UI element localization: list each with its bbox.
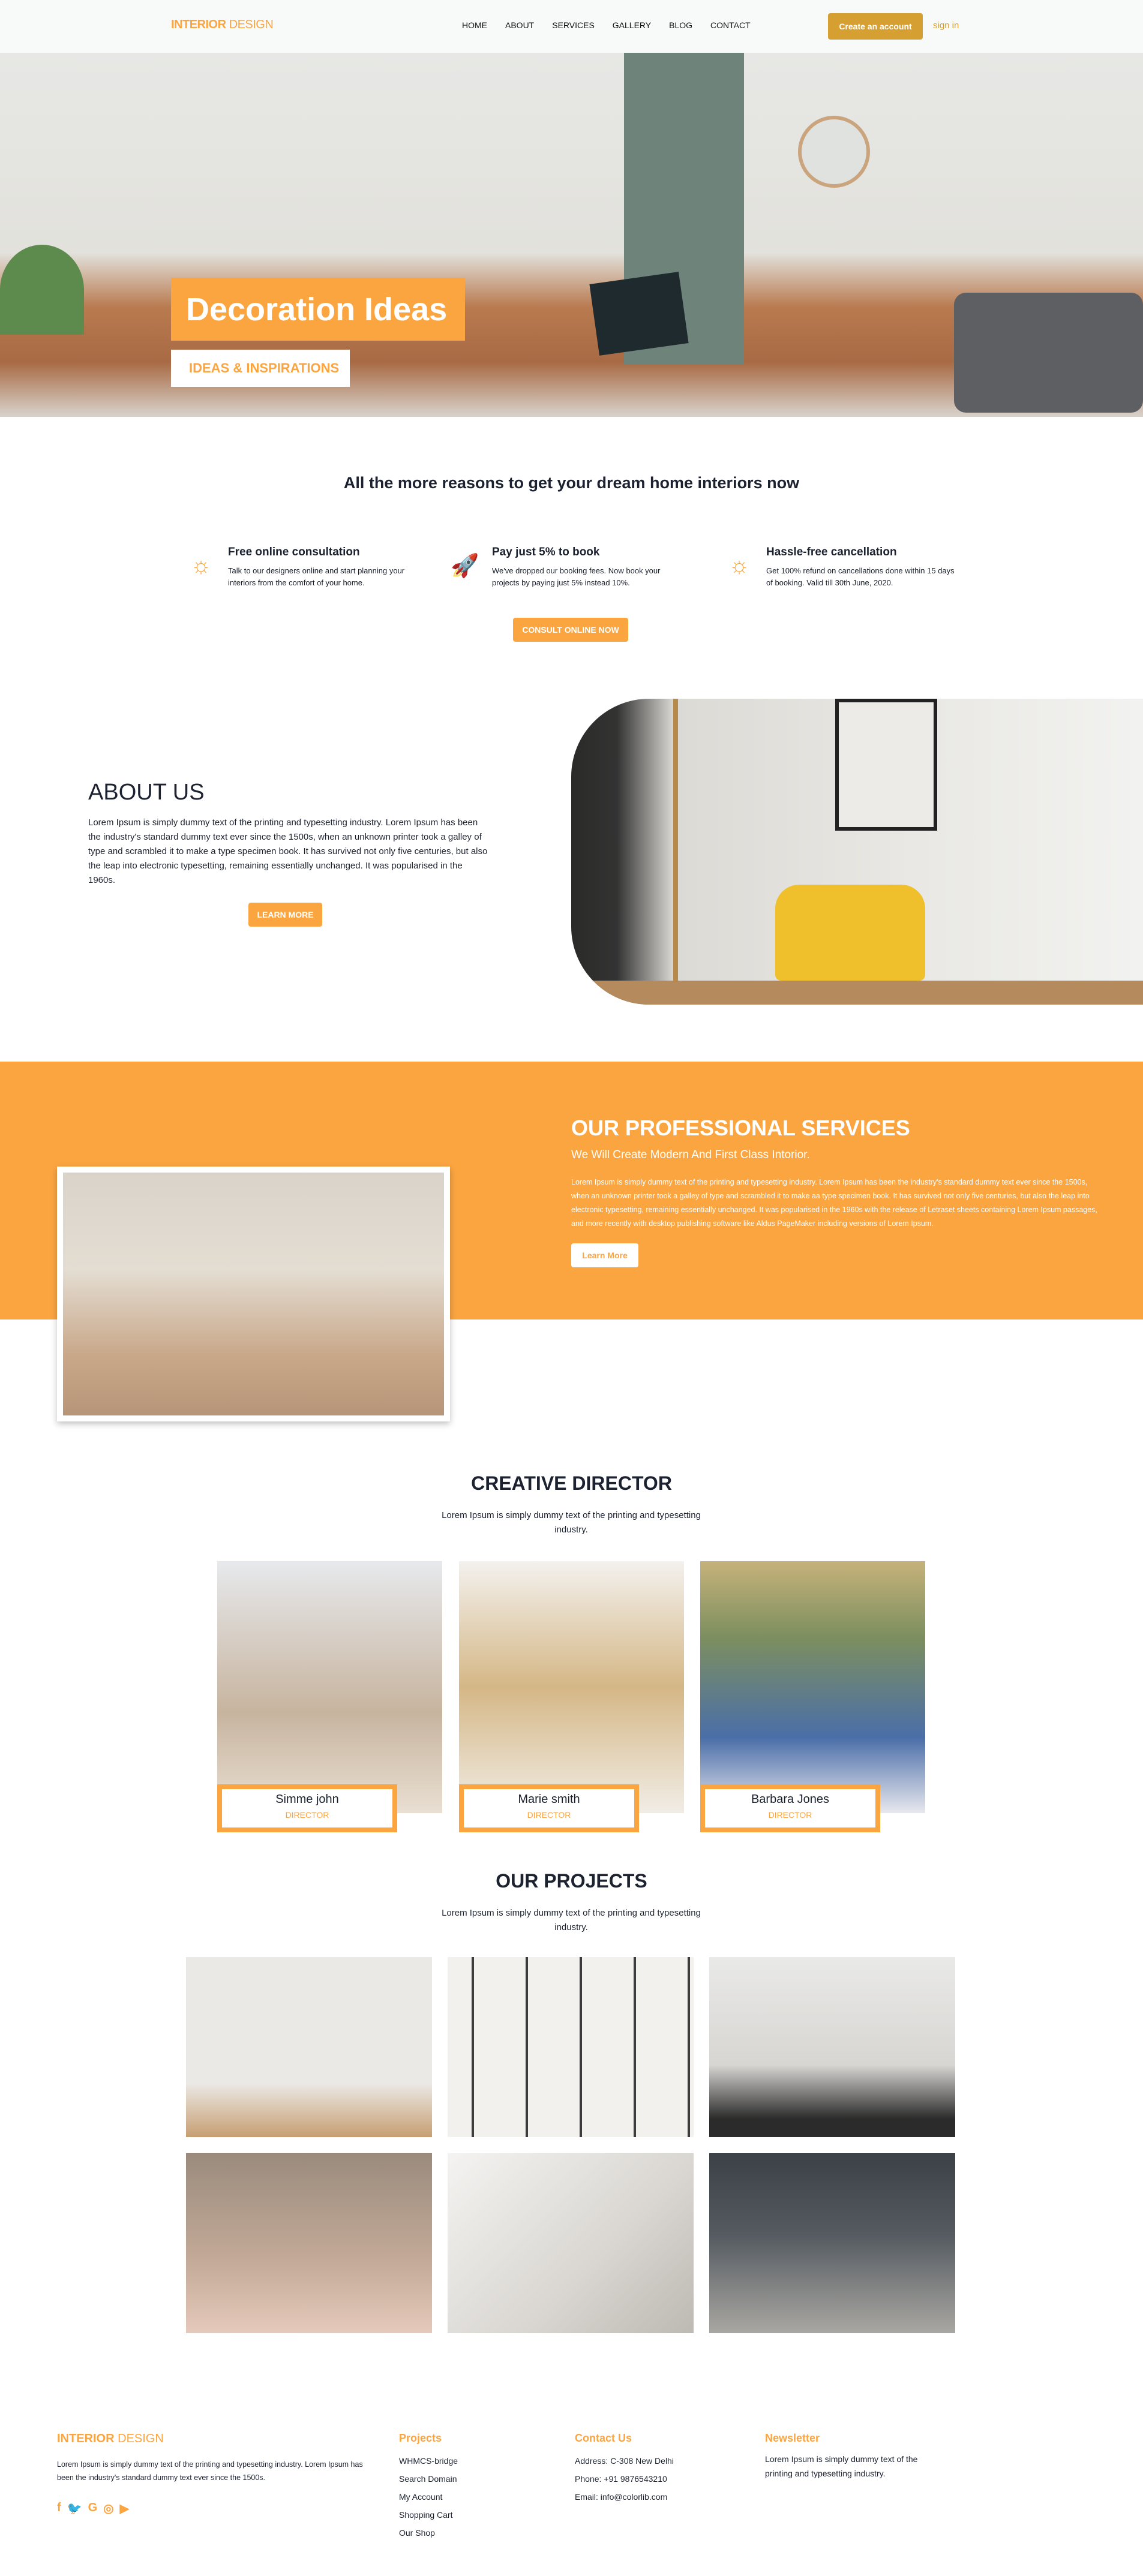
reasons-title: All the more reasons to get your dream h… [343,474,800,492]
floor-lamp [673,699,678,1005]
director-card: Marie smith DIRECTOR [459,1784,639,1832]
logo[interactable]: INTERIOR DESIGN [171,18,274,32]
footer-contact-title: Contact Us [575,2432,632,2444]
project-image[interactable] [448,1957,694,2137]
wood-floor [571,981,1143,1005]
consult-online-button[interactable]: CONSULT ONLINE NOW [513,618,628,642]
footer-projects-title: Projects [399,2432,442,2444]
footer-link[interactable]: Shopping Cart [399,2506,458,2524]
hero-title: Decoration Ideas [171,278,465,341]
feature-text: Get 100% refund on cancellations done wi… [766,566,955,587]
services-subtitle: We Will Create Modern And First Class In… [571,1149,810,1161]
footer-contact: Address: C-308 New Delhi Phone: +91 9876… [575,2452,674,2506]
youtube-icon[interactable]: ▶ [120,2501,129,2516]
footer-link[interactable]: Our Shop [399,2524,458,2542]
nav-blog[interactable]: BLOG [669,20,692,30]
bolt-sun-icon: ☼ [728,553,750,578]
feature-consultation: ☼ Free online consultation Talk to our d… [186,546,426,589]
director-photo [459,1561,684,1813]
directors-title: CREATIVE DIRECTOR [471,1472,672,1494]
bolt-sun-icon: ☼ [190,553,212,578]
hero-plant [0,245,84,335]
project-image[interactable] [709,1957,955,2137]
footer-logo[interactable]: INTERIOR DESIGN [57,2432,164,2446]
projects-subtitle: Lorem Ipsum is simply dummy text of the … [442,1908,701,1932]
services-text: Lorem Ipsum is simply dummy text of the … [571,1178,1097,1228]
twitter-icon[interactable]: 🐦 [67,2501,82,2516]
feature-text: Talk to our designers online and start p… [228,566,405,587]
director-card: Barbara Jones DIRECTOR [700,1784,880,1832]
feature-title: Pay just 5% to book [492,546,600,558]
yellow-armchair [775,885,925,981]
rocket-person-icon: 🚀 [451,554,479,579]
footer-logo-light: DESIGN [118,2432,164,2445]
directors-subtitle: Lorem Ipsum is simply dummy text of the … [442,1510,701,1535]
about-image [571,699,1143,1005]
services-title: OUR PROFESSIONAL SERVICES [571,1116,910,1140]
logo-bold: INTERIOR [171,18,226,31]
nav-links: HOME ABOUT SERVICES GALLERY BLOG CONTACT [462,20,751,30]
facebook-icon[interactable]: f [57,2501,61,2516]
projects-title: OUR PROJECTS [496,1870,647,1892]
contact-email[interactable]: Email: info@colorlib.com [575,2488,674,2506]
feature-pay: 🚀 Pay just 5% to book We've dropped our … [450,546,690,589]
footer-projects-links: WHMCS-bridge Search Domain My Account Sh… [399,2452,458,2542]
footer-about: Lorem Ipsum is simply dummy text of the … [57,2460,363,2482]
hero-mirror [798,116,870,188]
hero-sofa-grey [954,293,1143,413]
nav-gallery[interactable]: GALLERY [613,20,651,30]
footer-link[interactable]: WHMCS-bridge [399,2452,458,2470]
footer-newsletter-text: Lorem Ipsum is simply dummy text of the … [765,2454,918,2478]
director-photo [217,1561,442,1813]
services-learn-more-button[interactable]: Learn More [571,1243,638,1267]
about-text: Lorem Ipsum is simply dummy text of the … [88,817,488,885]
services-image [57,1167,450,1421]
feature-text: We've dropped our booking fees. Now book… [492,566,661,587]
footer-link[interactable]: Search Domain [399,2470,458,2488]
about-title: ABOUT US [88,780,205,805]
contact-phone: Phone: +91 9876543210 [575,2474,667,2484]
learn-more-button[interactable]: LEARN MORE [248,903,322,927]
director-photo [700,1561,925,1813]
director-role: DIRECTOR [285,1810,329,1820]
sign-in-link[interactable]: sign in [933,20,959,31]
create-account-button[interactable]: Create an account [828,13,923,40]
project-image[interactable] [186,1957,432,2137]
social-links: f 🐦 G ◎ ▶ [57,2501,129,2516]
director-name: Simme john [275,1793,339,1806]
logo-light: DESIGN [229,18,274,31]
footer-logo-bold: INTERIOR [57,2432,115,2445]
project-image[interactable] [709,2153,955,2333]
footer-link[interactable]: My Account [399,2488,458,2506]
nav-contact[interactable]: CONTACT [710,20,751,30]
nav-home[interactable]: HOME [462,20,487,30]
feature-cancellation: ☼ Hassle-free cancellation Get 100% refu… [724,546,964,589]
nav-about[interactable]: ABOUT [505,20,534,30]
director-role: DIRECTOR [768,1810,812,1820]
hero-subtitle: IDEAS & INSPIRATIONS [171,350,350,387]
wall-art [835,699,937,831]
project-image[interactable] [448,2153,694,2333]
contact-address: Address: C-308 New Delhi [575,2456,674,2466]
feature-title: Hassle-free cancellation [766,546,897,558]
instagram-icon[interactable]: ◎ [103,2501,113,2516]
top-navbar: INTERIOR DESIGN HOME ABOUT SERVICES GALL… [0,0,1143,53]
feature-title: Free online consultation [228,546,360,558]
footer-newsletter-title: Newsletter [765,2432,820,2444]
director-role: DIRECTOR [527,1810,571,1820]
project-image[interactable] [186,2153,432,2333]
director-card: Simme john DIRECTOR [217,1784,397,1832]
director-name: Marie smith [518,1793,580,1806]
director-name: Barbara Jones [751,1793,830,1806]
google-icon[interactable]: G [88,2501,98,2516]
nav-services[interactable]: SERVICES [552,20,595,30]
hero-cushion [589,272,689,356]
